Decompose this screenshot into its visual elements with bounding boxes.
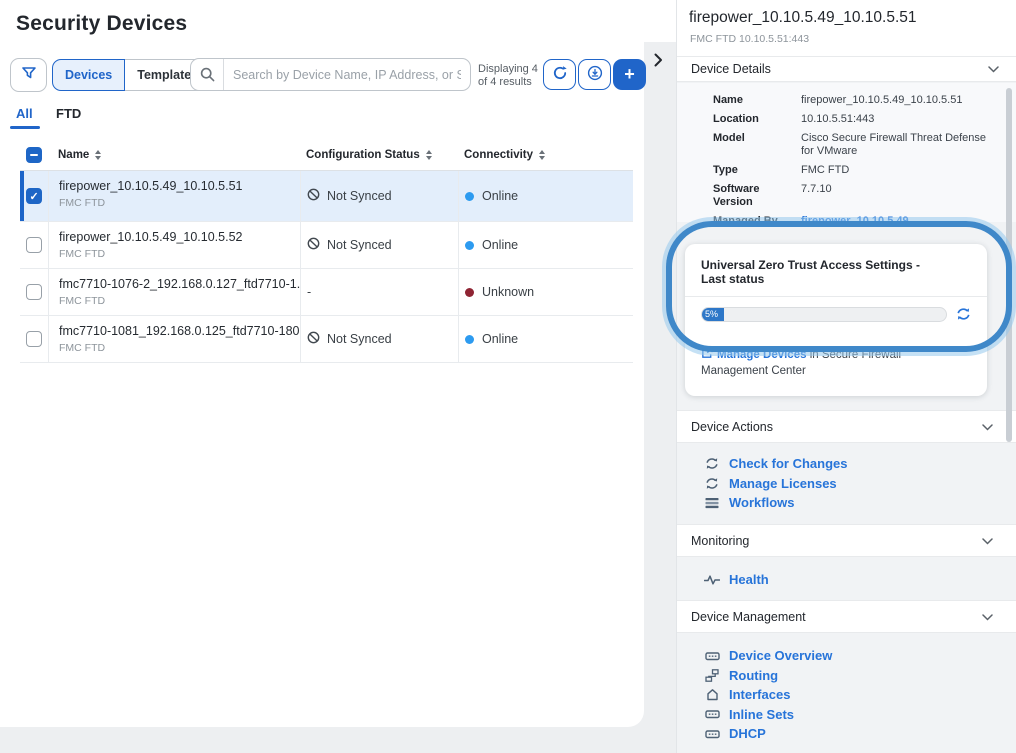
search-input[interactable] <box>224 68 470 82</box>
panel-device-title: firepower_10.10.5.49_10.10.5.51 <box>689 9 917 27</box>
detail-row: ModelCisco Secure Firewall Threat Defens… <box>713 129 1016 161</box>
segment-devices[interactable]: Devices <box>52 59 125 91</box>
zero-trust-status-card: Universal Zero Trust Access Settings - L… <box>685 244 987 396</box>
section-device-actions[interactable]: Device Actions <box>677 410 1016 443</box>
zero-trust-progress-row: 5% <box>685 297 987 322</box>
section-device-details[interactable]: Device Details <box>677 56 1016 82</box>
column-header-config-status[interactable]: Configuration Status <box>306 149 432 161</box>
detail-row: Software Version7.7.10 <box>713 180 1016 212</box>
external-link-icon <box>701 350 713 362</box>
connectivity-dot <box>465 192 474 201</box>
panel-header: firepower_10.10.5.49_10.10.5.51 FMC FTD … <box>677 0 1016 56</box>
chevron-right-icon <box>654 53 663 70</box>
device-management-list: Device Overview Routing Interfaces Inlin… <box>677 646 1016 744</box>
not-synced-icon <box>307 331 320 347</box>
interface-icon <box>704 688 720 701</box>
connectivity-dot <box>465 335 474 344</box>
section-device-management[interactable]: Device Management <box>677 600 1016 633</box>
routing-icon <box>704 669 720 682</box>
sort-icon <box>426 150 432 160</box>
app-window: Security Devices Devices Templates Displ… <box>0 0 1016 753</box>
row-checkbox[interactable] <box>26 284 42 300</box>
managed-by-link[interactable]: firepower_10.10.5.49 <box>801 212 996 222</box>
select-all-checkbox[interactable] <box>26 147 42 163</box>
device-icon <box>704 728 720 740</box>
filter-button[interactable] <box>10 58 47 92</box>
sync-icon <box>704 477 720 490</box>
collapse-panel-button[interactable] <box>648 50 668 72</box>
chevron-down-icon <box>988 62 999 76</box>
connectivity-dot <box>465 288 474 297</box>
page-title: Security Devices <box>16 12 187 36</box>
funnel-icon <box>22 67 36 83</box>
not-synced-icon <box>307 237 320 253</box>
tab-all[interactable]: All <box>16 106 33 121</box>
device-actions-list: Check for Changes Manage Licenses Workfl… <box>677 454 1016 513</box>
table-row[interactable]: firepower_10.10.5.49_10.10.5.52FMC FTD N… <box>20 222 633 269</box>
monitoring-list: Health <box>677 570 1016 590</box>
download-circle-icon <box>587 65 603 84</box>
devices-table: Name Configuration Status Connectivity f… <box>20 140 633 363</box>
connectivity-dot <box>465 241 474 250</box>
device-icon <box>704 708 720 720</box>
progress-bar: 5% <box>701 307 947 322</box>
progress-fill: 5% <box>702 308 724 321</box>
mgmt-device-overview[interactable]: Device Overview <box>677 646 1016 666</box>
row-checkbox[interactable] <box>26 188 42 204</box>
refresh-icon <box>552 65 568 84</box>
detail-row: TypeFMC FTD <box>713 161 1016 180</box>
device-list-page: Security Devices Devices Templates Displ… <box>0 0 644 727</box>
table-header: Name Configuration Status Connectivity <box>20 140 633 171</box>
table-row[interactable]: fmc7710-1076-2_192.168.0.127_ftd7710-1..… <box>20 269 633 316</box>
row-checkbox[interactable] <box>26 331 42 347</box>
panel-scrollbar[interactable] <box>1006 88 1012 442</box>
add-device-button[interactable]: + <box>613 59 646 90</box>
mgmt-inline-sets[interactable]: Inline Sets <box>677 705 1016 725</box>
table-row[interactable]: fmc7710-1081_192.168.0.125_ftd7710-1801F… <box>20 316 633 363</box>
not-synced-icon <box>307 188 320 204</box>
device-search <box>190 58 471 91</box>
chevron-down-icon <box>982 534 993 548</box>
detail-row: Location10.10.5.51:443 <box>713 110 1016 129</box>
manage-devices-note: Manage Devices in Secure Firewall Manage… <box>701 347 971 380</box>
sync-icon <box>704 457 720 470</box>
device-details-panel: firepower_10.10.5.49_10.10.5.51 FMC FTD … <box>676 0 1016 753</box>
panel-device-subtitle: FMC FTD 10.10.5.51:443 <box>690 33 809 45</box>
chevron-down-icon <box>982 420 993 434</box>
health-pulse-icon <box>704 574 720 586</box>
active-tab-underline <box>10 126 40 129</box>
action-manage-licenses[interactable]: Manage Licenses <box>677 474 1016 494</box>
devices-templates-toggle: Devices Templates <box>52 59 211 91</box>
refresh-button[interactable] <box>543 59 576 90</box>
column-header-connectivity[interactable]: Connectivity <box>464 149 545 161</box>
detail-row: Managed Byfirepower_10.10.5.49 <box>713 212 1016 222</box>
tab-ftd[interactable]: FTD <box>56 106 81 121</box>
detail-row: Namefirepower_10.10.5.49_10.10.5.51 <box>713 91 1016 110</box>
chevron-down-icon <box>982 610 993 624</box>
mgmt-interfaces[interactable]: Interfaces <box>677 685 1016 705</box>
sort-icon <box>95 150 101 160</box>
results-count: Displaying 4 of 4 results <box>478 63 538 89</box>
zero-trust-card-title: Universal Zero Trust Access Settings - L… <box>685 244 987 297</box>
manage-devices-link[interactable]: Manage Devices <box>717 349 807 361</box>
monitoring-health[interactable]: Health <box>677 570 1016 590</box>
sort-icon <box>539 150 545 160</box>
export-button[interactable] <box>578 59 611 90</box>
action-workflows[interactable]: Workflows <box>677 493 1016 513</box>
column-header-name[interactable]: Name <box>58 149 101 161</box>
table-row[interactable]: firepower_10.10.5.49_10.10.5.51FMC FTD N… <box>20 171 633 222</box>
action-check-for-changes[interactable]: Check for Changes <box>677 454 1016 474</box>
search-icon <box>191 59 224 90</box>
row-checkbox[interactable] <box>26 237 42 253</box>
device-icon <box>704 650 720 662</box>
section-monitoring[interactable]: Monitoring <box>677 524 1016 557</box>
refresh-status-button[interactable] <box>956 307 971 321</box>
device-details-list: Namefirepower_10.10.5.49_10.10.5.51 Loca… <box>677 83 1016 222</box>
mgmt-dhcp[interactable]: DHCP <box>677 724 1016 744</box>
mgmt-routing[interactable]: Routing <box>677 666 1016 686</box>
workflows-icon <box>704 497 720 509</box>
